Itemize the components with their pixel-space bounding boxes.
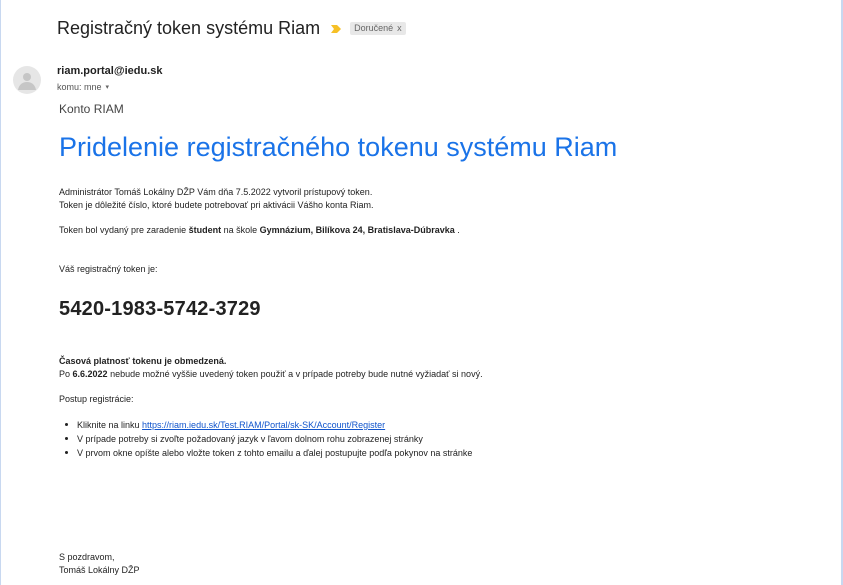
email-closing: S pozdravom, Tomáš Lokálny DŽP <box>59 551 140 577</box>
token-validity-title: Časová platnosť tokenu je obmedzená. <box>59 356 227 366</box>
account-name: Konto RIAM <box>59 102 124 116</box>
email-heading: Pridelenie registračného tokenu systému … <box>59 132 618 162</box>
chevron-down-icon[interactable]: ▾ <box>106 83 110 92</box>
registration-steps-title: Postup registrácie: <box>59 394 134 404</box>
closing-line-2: Tomáš Lokálny DŽP <box>59 565 140 575</box>
recipient-label: komu: mne <box>57 82 102 92</box>
validity-suffix: nebude možné vyššie uvedený token použiť… <box>110 369 483 379</box>
closing-line-1: S pozdravom, <box>59 552 115 562</box>
email-body: Konto RIAM Pridelenie registračného toke… <box>59 102 819 460</box>
validity-prefix: Po <box>59 369 73 379</box>
intro-line-1: Administrátor Tomáš Lokálny DŽP Vám dňa … <box>59 187 373 197</box>
inbox-label-chip[interactable]: Doručené x <box>350 21 406 35</box>
token-label: Váš registračný token je: <box>59 264 158 274</box>
token-validity-text: Po 6.6.2022 nebude možné vyššie uvedený … <box>59 368 819 381</box>
registration-step-1: Kliknite na linku https://riam.iedu.sk/T… <box>59 418 819 432</box>
person-avatar-icon[interactable] <box>13 66 41 94</box>
intro-line-2: Token je dôležité číslo, ktoré budete po… <box>59 200 374 210</box>
assignment-school: Gymnázium, Bilíkova 24, Bratislava-Dúbra… <box>259 225 455 235</box>
assignment-role: študent <box>188 225 222 235</box>
close-icon[interactable]: x <box>397 23 402 33</box>
recipient-details[interactable]: komu: mne ▾ <box>57 82 109 92</box>
sender-email[interactable]: riam.portal@iedu.sk <box>57 65 162 77</box>
email-subject: Registračný token systému Riam <box>57 17 321 38</box>
registration-steps-list: Kliknite na linku https://riam.iedu.sk/T… <box>59 418 819 460</box>
registration-token: 5420-1983-5742-3729 <box>59 298 261 320</box>
assignment-prefix: Token bol vydaný pre zaradenie <box>59 225 189 235</box>
registration-link[interactable]: https://riam.iedu.sk/Test.RIAM/Portal/sk… <box>142 420 385 430</box>
email-message-view: Registračný token systému Riam Doručené … <box>0 0 843 585</box>
important-marker-icon[interactable] <box>330 22 342 34</box>
assignment-middle: na škole <box>223 225 260 235</box>
step-1-prefix: Kliknite na linku <box>77 420 143 430</box>
subject-row: Registračný token systému Riam Doručené … <box>57 16 406 40</box>
registration-step-2: V prípade potreby si zvoľte požadovaný j… <box>59 432 819 446</box>
registration-step-3: V prvom okne opíšte alebo vložte token z… <box>59 446 819 460</box>
inbox-label-text: Doručené <box>354 22 394 33</box>
assignment-paragraph: Token bol vydaný pre zaradenie študent n… <box>59 224 819 237</box>
intro-paragraph: Administrátor Tomáš Lokálny DŽP Vám dňa … <box>59 186 819 212</box>
validity-date: 6.6.2022 <box>72 369 108 379</box>
assignment-end: . <box>457 225 460 235</box>
